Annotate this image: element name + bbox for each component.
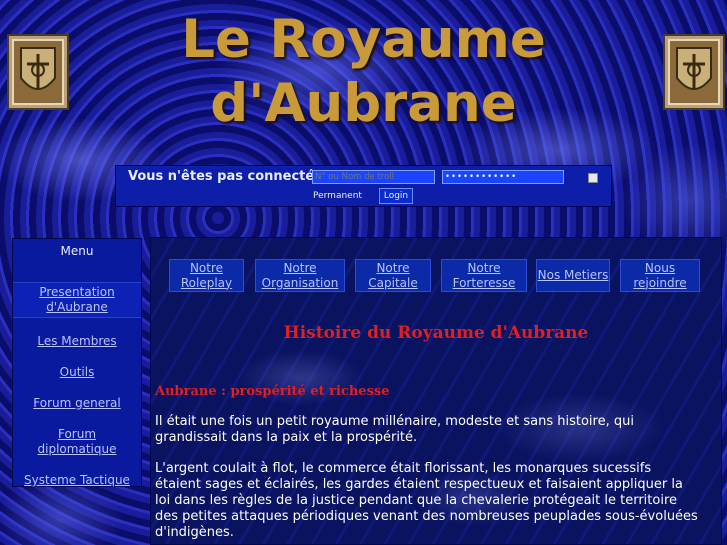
menu-item-membres[interactable]: Les Membres — [13, 334, 141, 349]
menu-title: Menu — [60, 244, 94, 258]
username-input[interactable] — [312, 170, 435, 184]
menu-item-outils[interactable]: Outils — [13, 365, 141, 380]
tab-capitale[interactable]: Notre Capitale — [355, 259, 431, 292]
password-input[interactable] — [442, 170, 564, 184]
menu-item-forum-diplomatique[interactable]: Forum diplomatique — [13, 427, 141, 457]
sidebar-menu: Menu Presentation d'Aubrane Les Membres … — [12, 238, 142, 487]
paragraph-1: Il était une fois un petit royaume millé… — [155, 414, 634, 445]
tab-roleplay[interactable]: Notre Roleplay — [169, 259, 244, 292]
permanent-checkbox[interactable] — [588, 173, 598, 183]
site-title-line2: d'Aubrane — [210, 73, 517, 134]
menu-item-presentation[interactable]: Presentation d'Aubrane — [13, 282, 141, 318]
tab-organisation[interactable]: Notre Organisation — [255, 259, 345, 292]
paragraph-2: L'argent coulait à flot, le commerce éta… — [155, 461, 698, 540]
login-status-text: Vous n'êtes pas connecté : — [128, 169, 324, 184]
main-content: Notre Roleplay Notre Organisation Notre … — [150, 237, 722, 545]
login-button[interactable]: Login — [379, 188, 413, 204]
menu-item-forum-general[interactable]: Forum general — [13, 396, 141, 411]
site-title: Le Royaume d'Aubrane — [0, 8, 727, 136]
tab-metiers[interactable]: Nos Metiers — [536, 259, 610, 292]
login-panel: Vous n'êtes pas connecté : Permanent Log… — [115, 165, 612, 207]
tab-forteresse[interactable]: Notre Forteresse — [441, 259, 527, 292]
page-title: Histoire du Royaume d'Aubrane — [283, 323, 589, 343]
menu-item-systeme-tactique[interactable]: Systeme Tactique — [13, 473, 141, 488]
tab-rejoindre[interactable]: Nous rejoindre — [620, 259, 700, 292]
section-heading: Aubrane : prospérité et richesse — [155, 384, 390, 399]
permanent-label: Permanent — [313, 191, 362, 201]
site-title-line1: Le Royaume — [181, 9, 546, 70]
